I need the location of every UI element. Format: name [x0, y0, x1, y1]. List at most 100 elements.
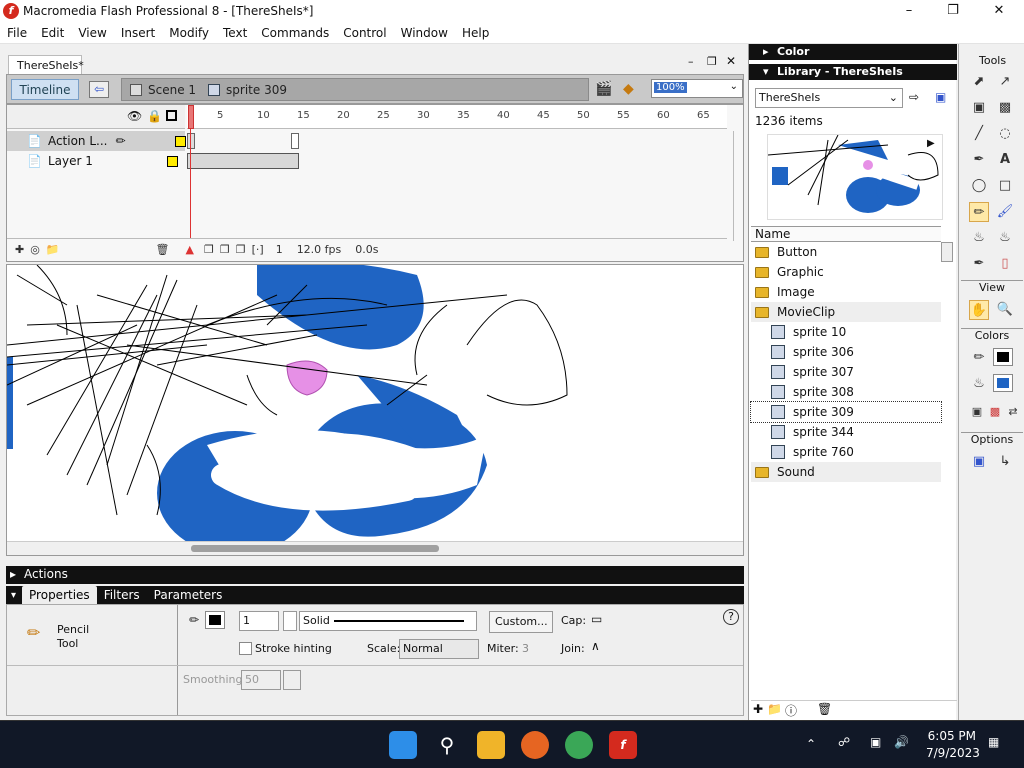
- menu-file[interactable]: File: [0, 26, 34, 40]
- brush-tool-icon[interactable]: 🖌: [995, 202, 1015, 222]
- color-panel-header[interactable]: ▸ Color: [749, 44, 957, 60]
- onion-outline-icon[interactable]: ❐: [220, 243, 230, 256]
- end-frame[interactable]: [291, 133, 299, 149]
- center-frame-icon[interactable]: ▲: [186, 243, 194, 256]
- library-folder[interactable]: Image: [751, 282, 941, 302]
- volume-icon[interactable]: 🔊: [894, 735, 909, 749]
- eye-icon[interactable]: 👁: [127, 109, 142, 123]
- oval-tool-icon[interactable]: ◯: [969, 176, 989, 196]
- timeline-scrollbar[interactable]: [733, 131, 741, 241]
- stroke-width-chevron-icon[interactable]: [283, 611, 297, 631]
- add-guide-icon[interactable]: ◎: [30, 243, 40, 256]
- close-button[interactable]: ✕: [976, 0, 1022, 22]
- scrollbar-thumb[interactable]: [191, 545, 439, 552]
- subselection-tool-icon[interactable]: ↗: [995, 72, 1015, 92]
- menu-commands[interactable]: Commands: [254, 26, 336, 40]
- keyframe[interactable]: [187, 133, 195, 149]
- layer-name[interactable]: Action L...: [48, 134, 108, 148]
- library-symbol[interactable]: sprite 344: [751, 422, 941, 442]
- keyframe-span[interactable]: [187, 153, 299, 169]
- flash-taskbar-icon[interactable]: f: [609, 731, 637, 759]
- preview-play-icon[interactable]: ▶: [927, 138, 935, 149]
- doc-restore-icon[interactable]: ❐: [707, 55, 717, 68]
- layer-row-actions[interactable]: 📄 Action L... ✏: [7, 131, 186, 151]
- library-folder[interactable]: Button: [751, 242, 941, 262]
- line-tool-icon[interactable]: ╱: [969, 124, 989, 144]
- fill-color-swatch[interactable]: [993, 374, 1013, 392]
- library-folder[interactable]: Sound: [751, 462, 941, 482]
- document-tab[interactable]: ThereSheIs*: [8, 55, 84, 75]
- stroke-hinting-checkbox[interactable]: [239, 642, 252, 655]
- hand-tool-icon[interactable]: ✋: [969, 300, 989, 320]
- ink-bottle-tool-icon[interactable]: ♨: [969, 228, 989, 248]
- delete-icon[interactable]: 🗑: [817, 702, 832, 716]
- library-name-header[interactable]: Name: [751, 226, 941, 242]
- stage-canvas[interactable]: [6, 264, 744, 556]
- library-symbol[interactable]: sprite 307: [751, 362, 941, 382]
- clock-date[interactable]: 7/9/2023: [926, 746, 980, 760]
- eyedropper-tool-icon[interactable]: ✒: [969, 254, 989, 274]
- collapse-arrow-icon[interactable]: ▾: [11, 590, 16, 601]
- pencil-tool-icon[interactable]: ✏: [969, 202, 989, 222]
- lock-icon[interactable]: 🔒: [147, 109, 162, 123]
- layer-row-1[interactable]: 📄 Layer 1: [7, 151, 185, 171]
- library-document-select[interactable]: ThereSheIs ⌄: [755, 88, 903, 108]
- library-symbol[interactable]: sprite 760: [751, 442, 941, 462]
- lasso-tool-icon[interactable]: ◌: [995, 124, 1015, 144]
- properties-icon[interactable]: ⓘ: [785, 702, 797, 719]
- custom-stroke-button[interactable]: Custom...: [489, 611, 553, 633]
- menu-insert[interactable]: Insert: [114, 26, 162, 40]
- stroke-style-select[interactable]: Solid: [299, 611, 477, 631]
- menu-edit[interactable]: Edit: [34, 26, 71, 40]
- library-folder[interactable]: Graphic: [751, 262, 941, 282]
- doc-close-icon[interactable]: ✕: [726, 54, 736, 68]
- minimize-button[interactable]: –: [886, 0, 932, 22]
- edit-multiple-icon[interactable]: ❐: [236, 243, 246, 256]
- pencil-mode-icon[interactable]: ↳: [995, 452, 1015, 472]
- stroke-width-input[interactable]: 1: [239, 611, 279, 631]
- library-panel-header[interactable]: ▾ Library - ThereSheIs: [749, 64, 957, 80]
- cap-style-icon[interactable]: ▭: [591, 612, 602, 626]
- free-transform-tool-icon[interactable]: ▣: [969, 98, 989, 118]
- onion-markers-icon[interactable]: [·]: [252, 243, 264, 256]
- tab-filters[interactable]: Filters: [97, 588, 147, 602]
- stroke-color-swatch[interactable]: [993, 348, 1013, 366]
- outline-icon[interactable]: [166, 110, 177, 121]
- stage-h-scrollbar[interactable]: [7, 541, 743, 555]
- library-symbol[interactable]: sprite 308: [751, 382, 941, 402]
- delete-layer-icon[interactable]: 🗑: [156, 243, 170, 256]
- clock-time[interactable]: 6:05 PM: [926, 729, 976, 743]
- menu-window[interactable]: Window: [394, 26, 455, 40]
- chrome-icon[interactable]: [565, 731, 593, 759]
- text-tool-icon[interactable]: A: [995, 150, 1015, 170]
- onion-skin-icon[interactable]: ❐: [204, 243, 214, 256]
- timeline-toggle-button[interactable]: Timeline: [11, 79, 79, 100]
- actions-panel-header[interactable]: ▸ Actions: [6, 566, 744, 584]
- network-icon[interactable]: ☍: [838, 735, 850, 749]
- file-explorer-icon[interactable]: [477, 731, 505, 759]
- layer-name[interactable]: Layer 1: [48, 154, 93, 168]
- menu-view[interactable]: View: [71, 26, 113, 40]
- frames-row-actions[interactable]: [187, 131, 727, 151]
- chevron-up-icon[interactable]: ⌃: [806, 737, 816, 751]
- menu-modify[interactable]: Modify: [162, 26, 216, 40]
- notification-icon[interactable]: ▦: [988, 735, 999, 749]
- fill-transform-tool-icon[interactable]: ▩: [995, 98, 1015, 118]
- firefox-icon[interactable]: [521, 731, 549, 759]
- scale-select[interactable]: Normal: [399, 639, 479, 659]
- breadcrumb-symbol[interactable]: sprite 309: [226, 83, 287, 97]
- paint-bucket-tool-icon[interactable]: ♨: [995, 228, 1015, 248]
- menu-help[interactable]: Help: [455, 26, 496, 40]
- help-icon[interactable]: ?: [723, 609, 739, 625]
- add-folder-icon[interactable]: 📁: [46, 243, 60, 256]
- back-arrow-icon[interactable]: ⇦: [89, 81, 109, 98]
- frame-ruler[interactable]: 5 10 15 20 25 30 35 40 45 50 55 60 65: [187, 105, 727, 129]
- display-icon[interactable]: ▣: [870, 735, 881, 749]
- edit-scene-icon[interactable]: 🎬: [595, 81, 612, 97]
- doc-minimize-icon[interactable]: –: [688, 55, 694, 68]
- menu-control[interactable]: Control: [336, 26, 393, 40]
- start-icon[interactable]: [389, 731, 417, 759]
- new-library-icon[interactable]: ▣: [935, 90, 946, 104]
- breadcrumb-scene[interactable]: Scene 1: [148, 83, 196, 97]
- miter-value[interactable]: 3: [522, 642, 529, 655]
